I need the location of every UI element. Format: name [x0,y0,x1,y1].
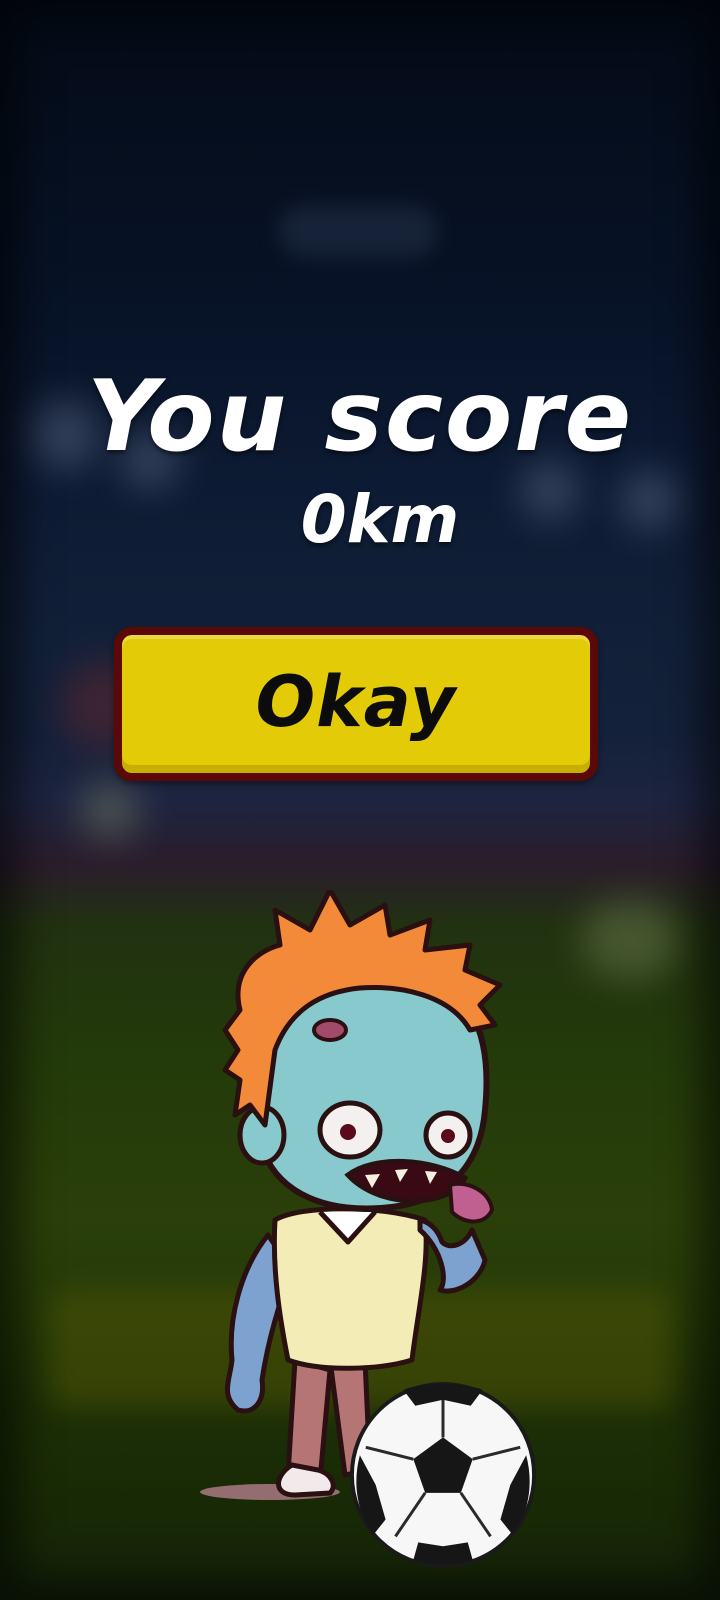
game-over-screen: You score 0km Okay [0,0,720,1600]
blurred-player-spot [580,900,680,980]
blurred-header-pill [278,205,438,257]
soccer-ball-icon [349,1381,537,1569]
okay-button[interactable]: Okay [114,627,598,781]
blurred-player-spot [80,780,140,840]
score-value: 0km [300,481,460,558]
okay-button-label: Okay [255,661,457,743]
score-title: You score [86,360,634,474]
